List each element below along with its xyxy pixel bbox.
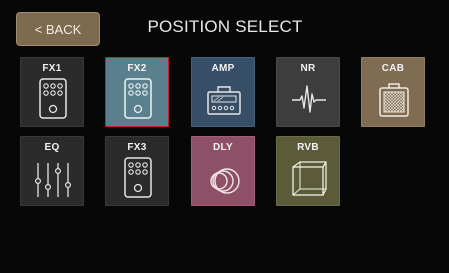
tile-fx1[interactable]: FX1: [20, 57, 84, 127]
tile-cab[interactable]: CAB: [361, 57, 425, 127]
tile-label: FX1: [42, 63, 62, 74]
stompbox-icon: [124, 157, 152, 198]
tile-dly[interactable]: DLY: [191, 136, 255, 206]
noise-waveform-icon: [292, 85, 326, 113]
reverb-cube-icon: [292, 161, 327, 196]
stompbox-icon: [124, 78, 152, 119]
page-title: POSITION SELECT: [147, 17, 303, 36]
tile-label: AMP: [211, 63, 235, 74]
stompbox-icon: [39, 78, 67, 119]
tile-label: FX3: [127, 142, 147, 153]
tile-label: RVB: [297, 142, 319, 153]
delay-circles-icon: [210, 168, 240, 194]
tile-nr[interactable]: NR: [276, 57, 340, 127]
tile-fx3[interactable]: FX3: [105, 136, 169, 206]
amp-head-icon: [207, 86, 241, 115]
tile-eq[interactable]: EQ: [20, 136, 84, 206]
tile-label: CAB: [381, 63, 405, 74]
tile-label: FX2: [127, 63, 147, 74]
tile-rvb[interactable]: RVB: [276, 136, 340, 206]
tile-label: EQ: [44, 142, 60, 153]
tile-amp[interactable]: AMP: [191, 57, 255, 127]
eq-sliders-icon: [34, 163, 71, 197]
tile-fx2[interactable]: FX2: [105, 57, 169, 127]
back-button[interactable]: < BACK: [16, 12, 100, 46]
position-select-screen: < BACK POSITION SELECT FX1 FX2 AMP NR CA…: [0, 0, 449, 273]
tile-label: NR: [300, 63, 316, 74]
tile-label: DLY: [213, 142, 233, 153]
speaker-cabinet-icon: [379, 83, 409, 117]
